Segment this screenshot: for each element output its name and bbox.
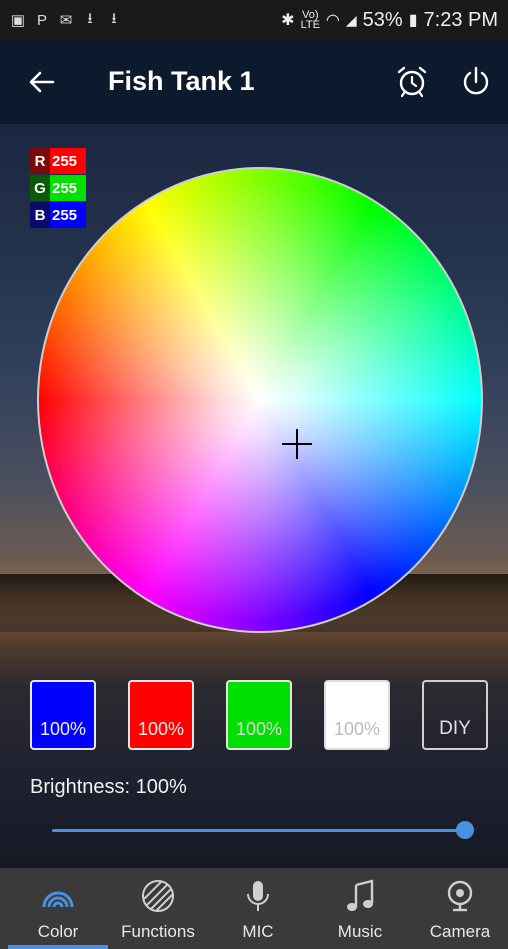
notification-icons: ▣ P ✉ ⭳ ⭳ — [10, 9, 122, 30]
nav-item-functions[interactable]: Functions — [108, 868, 208, 949]
app-header: Fish Tank 1 — [0, 40, 508, 124]
color-picker-crosshair[interactable] — [282, 429, 312, 459]
arrow-left-icon — [29, 71, 55, 93]
brightness-slider-thumb[interactable] — [456, 821, 474, 839]
wifi-icon: ◠ — [325, 12, 340, 29]
nav-label-mic: MIC — [242, 922, 274, 941]
preset-diy-button[interactable]: DIY — [422, 680, 488, 750]
rgb-row-blue: B 255 — [30, 202, 86, 228]
preset-green-button[interactable]: 100% — [226, 680, 292, 750]
brightness-label: Brightness: 100% — [30, 776, 187, 798]
page-title: Fish Tank 1 — [108, 66, 255, 96]
preset-red-button[interactable]: 100% — [128, 680, 194, 750]
rgb-readout: R 255 G 255 B 255 — [30, 148, 86, 229]
music-note-icon — [340, 878, 380, 914]
color-panel: R 255 G 255 B 255 100% 100% 100% 100% DI… — [0, 124, 508, 868]
signal-icon: ◢ — [345, 11, 357, 28]
preset-diy-label: DIY — [439, 718, 471, 739]
back-button[interactable] — [24, 62, 60, 102]
nav-item-color[interactable]: Color — [8, 868, 108, 949]
rainbow-icon — [38, 878, 78, 914]
nav-item-music[interactable]: Music — [310, 868, 410, 949]
lte-text: LTE — [300, 19, 320, 31]
active-tab-indicator — [8, 945, 108, 949]
preset-green-label: 100% — [235, 719, 283, 739]
alarm-clock-icon — [397, 66, 427, 98]
power-icon — [463, 66, 489, 95]
paypal-icon: P — [36, 11, 47, 29]
webcam-icon — [440, 878, 480, 914]
rgb-row-red: R 255 — [30, 148, 86, 174]
preset-blue-label: 100% — [39, 719, 87, 739]
blue-label: B — [30, 202, 50, 228]
clock: 7:23 PM — [423, 8, 498, 31]
bottom-nav: Color Functions MIC Music Camera — [0, 868, 508, 949]
microphone-icon — [238, 878, 278, 914]
nav-label-functions: Functions — [121, 922, 195, 941]
alarm-button[interactable] — [392, 62, 432, 102]
status-bar: ▣ P ✉ ⭳ ⭳ ✱ Vo) LTE ◠ ◢ 53% ▮ 7:23 PM — [0, 0, 508, 40]
system-status: ✱ Vo) LTE ◠ ◢ 53% ▮ 7:23 PM — [281, 9, 498, 32]
nav-label-camera: Camera — [429, 922, 491, 941]
nav-item-mic[interactable]: MIC — [208, 868, 308, 949]
green-label: G — [30, 175, 50, 201]
red-value: 255 — [50, 148, 86, 174]
color-presets: 100% 100% 100% 100% DIY — [30, 680, 490, 750]
blue-value: 255 — [50, 202, 86, 228]
download-icon: ⭳ — [87, 9, 93, 27]
nav-label-color: Color — [37, 922, 79, 941]
rgb-row-green: G 255 — [30, 175, 86, 201]
green-value: 255 — [50, 175, 86, 201]
color-wheel[interactable] — [37, 167, 483, 633]
mail-icon: ✉ — [59, 12, 73, 29]
nav-label-music: Music — [337, 922, 383, 941]
power-button[interactable] — [456, 62, 496, 102]
brightness-slider-track[interactable] — [52, 829, 466, 832]
preset-white-button[interactable]: 100% — [324, 680, 390, 750]
battery-percent: 53% — [362, 8, 403, 31]
volte-indicator: Vo) LTE — [300, 10, 320, 31]
gallery-icon: ▣ — [10, 12, 26, 29]
battery-icon: ▮ — [408, 12, 418, 29]
bluetooth-icon: ✱ — [281, 12, 295, 29]
striped-circle-icon — [138, 878, 178, 914]
download-icon: ⭳ — [111, 9, 117, 27]
preset-white-label: 100% — [333, 719, 381, 739]
nav-item-camera[interactable]: Camera — [410, 868, 508, 949]
red-label: R — [30, 148, 50, 174]
preset-blue-button[interactable]: 100% — [30, 680, 96, 750]
preset-red-label: 100% — [137, 719, 185, 739]
